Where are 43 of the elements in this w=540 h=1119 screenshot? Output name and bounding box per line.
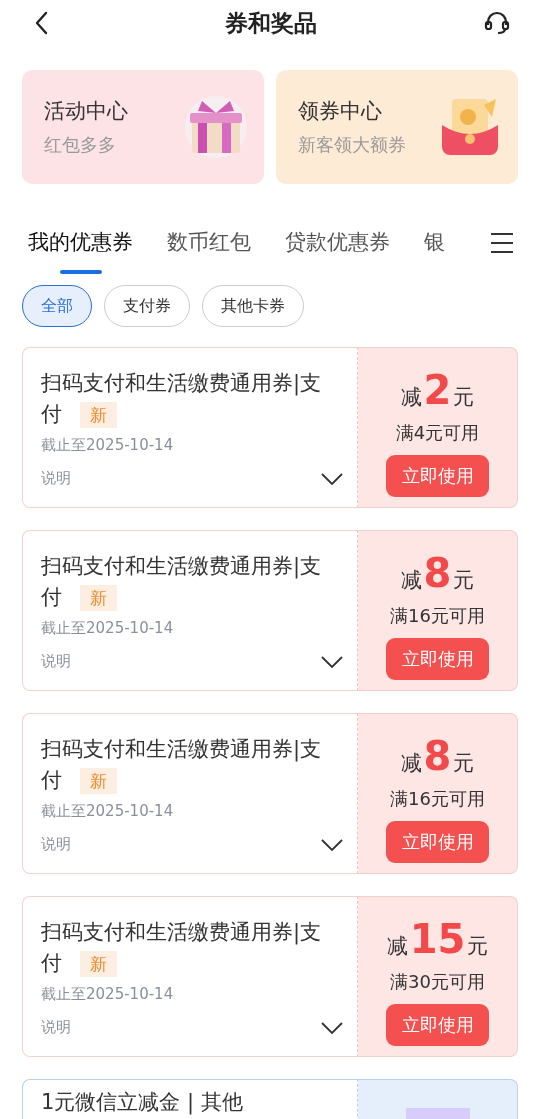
- promo-subtitle: 红包多多: [44, 133, 117, 157]
- coupon-title: 扫码支付和生活缴费通用券|支付 新: [41, 919, 323, 979]
- new-tag: 新: [80, 951, 117, 977]
- coupon-title: 1元微信立减金 | 其他: [41, 1090, 244, 1114]
- tab[interactable]: 贷款优惠券: [285, 228, 390, 274]
- filter-chip[interactable]: 支付券: [104, 285, 190, 327]
- page-title: 券和奖品: [225, 8, 317, 38]
- discount-amount: 减 2 元: [400, 368, 475, 415]
- filter-chip[interactable]: 其他卡券: [202, 285, 304, 327]
- expiry-date: 截止至2025-10-14: [41, 619, 175, 638]
- use-now-button[interactable]: 立即使用: [386, 638, 489, 680]
- usage-condition: 满4元可用: [395, 421, 480, 445]
- usage-condition: 满30元可用: [390, 970, 485, 994]
- usage-condition: 满16元可用: [390, 787, 485, 811]
- description-link[interactable]: 说明: [41, 469, 71, 488]
- tab[interactable]: 数币红包: [167, 228, 251, 274]
- usage-condition: 满16元可用: [390, 604, 485, 628]
- new-tag: 新: [80, 585, 117, 611]
- description-link[interactable]: 说明: [41, 1018, 71, 1037]
- promo-card[interactable]: 领券中心 新客领大额券: [276, 70, 518, 184]
- promo-card[interactable]: 活动中心 红包多多: [22, 70, 264, 184]
- use-now-button[interactable]: 立即使用: [386, 455, 489, 497]
- use-now-button[interactable]: 立即使用: [386, 821, 489, 863]
- tab[interactable]: 银: [424, 228, 445, 274]
- expiry-date: 截止至2025-10-14: [41, 802, 175, 821]
- tab[interactable]: 我的优惠券: [28, 228, 133, 274]
- discount-amount: 减 15 元: [386, 917, 489, 964]
- coupon-title: 扫码支付和生活缴费通用券|支付 新: [41, 370, 323, 430]
- description-link[interactable]: 说明: [41, 835, 71, 854]
- expiry-date: 截止至2025-10-14: [41, 436, 175, 455]
- coupon-title: 扫码支付和生活缴费通用券|支付 新: [41, 553, 323, 613]
- use-now-button[interactable]: 立即使用: [386, 1004, 489, 1046]
- description-link[interactable]: 说明: [41, 652, 71, 671]
- new-tag: 新: [80, 402, 117, 428]
- new-tag: 新: [80, 768, 117, 794]
- filter-chip[interactable]: 全部: [22, 285, 92, 327]
- promo-subtitle: 新客领大额券: [298, 133, 406, 157]
- discount-amount: 减 8 元: [400, 734, 475, 781]
- discount-amount: 减 8 元: [400, 551, 475, 598]
- expiry-date: 截止至2025-10-14: [41, 985, 175, 1004]
- promo-title: 领券中心: [298, 98, 383, 125]
- promo-title: 活动中心: [44, 98, 128, 125]
- coupon-title: 扫码支付和生活缴费通用券|支付 新: [41, 736, 323, 796]
